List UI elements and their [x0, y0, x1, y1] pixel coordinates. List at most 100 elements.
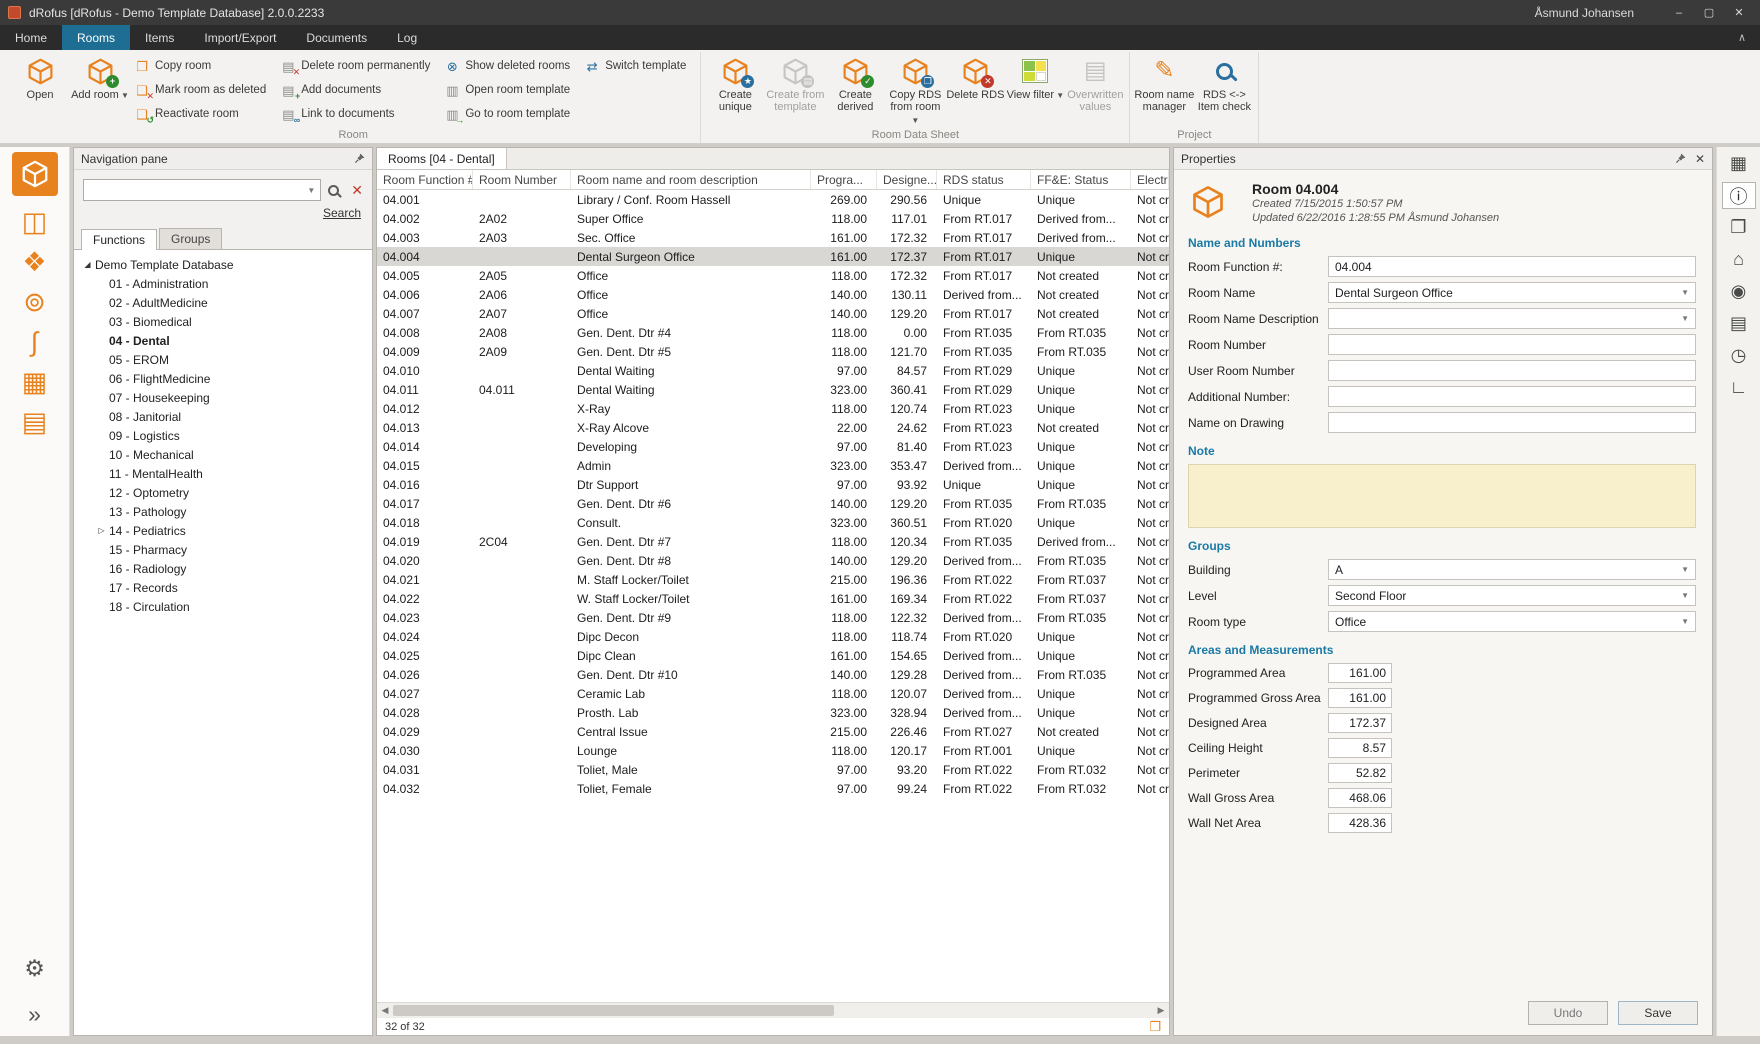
- field-value-wall-net-area[interactable]: 428.36: [1328, 813, 1392, 833]
- ribbon-button-go-to-room-template[interactable]: ▥→Go to room template: [440, 102, 580, 126]
- column-header-room-number[interactable]: Room Number: [473, 170, 571, 189]
- ribbon-button-delete-rds[interactable]: ✕Delete RDS: [945, 52, 1005, 128]
- search-input[interactable]: ▼: [83, 179, 321, 201]
- ribbon-button-room-name-manager[interactable]: ✎Room name manager: [1134, 52, 1194, 128]
- table-row-04.024[interactable]: 04.024Dipc Decon118.00118.74From RT.020U…: [377, 627, 1169, 646]
- table-row-04.031[interactable]: 04.031Toliet, Male97.0093.20From RT.022F…: [377, 760, 1169, 779]
- field-select-room-type[interactable]: Office▼: [1328, 611, 1696, 632]
- nav-tab-groups[interactable]: Groups: [159, 228, 222, 249]
- menu-tab-home[interactable]: Home: [0, 25, 62, 50]
- ribbon-button-view-filter[interactable]: View filter ▼: [1005, 52, 1065, 128]
- field-value-designed-area[interactable]: 172.37: [1328, 713, 1392, 733]
- table-row-04.009[interactable]: 04.0092A09Gen. Dent. Dtr #5118.00121.70F…: [377, 342, 1169, 361]
- tree-item-11-mentalhealth[interactable]: 11 - MentalHealth: [76, 464, 370, 483]
- tree-item-13-pathology[interactable]: 13 - Pathology: [76, 502, 370, 521]
- table-row-04.006[interactable]: 04.0062A06Office140.00130.11Derived from…: [377, 285, 1169, 304]
- table-row-04.026[interactable]: 04.026Gen. Dent. Dtr #10140.00129.28Deri…: [377, 665, 1169, 684]
- scroll-right-icon[interactable]: ▶: [1153, 1005, 1169, 1016]
- column-header-electri[interactable]: Electri...: [1131, 170, 1169, 189]
- menu-tab-documents[interactable]: Documents: [291, 25, 382, 50]
- field-value-programmed-area[interactable]: 161.00: [1328, 663, 1392, 683]
- search-icon[interactable]: [328, 185, 339, 196]
- tree-item-12-optometry[interactable]: 12 - Optometry: [76, 483, 370, 502]
- nav-tab-functions[interactable]: Functions: [81, 229, 157, 250]
- table-row-04.011[interactable]: 04.01104.011Dental Waiting323.00360.41Fr…: [377, 380, 1169, 399]
- table-row-04.015[interactable]: 04.015Admin323.00353.47Derived from...Un…: [377, 456, 1169, 475]
- table-row-04.007[interactable]: 04.0072A07Office140.00129.20From RT.017N…: [377, 304, 1169, 323]
- room-building-icon[interactable]: ⌂: [1722, 246, 1756, 273]
- systems-module-icon[interactable]: ⊚: [23, 289, 46, 316]
- tree-item-06-flightmedicine[interactable]: 06 - FlightMedicine: [76, 369, 370, 388]
- pin-icon[interactable]: [1675, 153, 1686, 164]
- table-row-04.010[interactable]: 04.010Dental Waiting97.0084.57From RT.02…: [377, 361, 1169, 380]
- settings-gear-icon[interactable]: ⚙: [24, 957, 45, 980]
- close-icon[interactable]: ✕: [1724, 2, 1754, 23]
- ribbon-button-open-room-template[interactable]: ▥Open room template: [440, 78, 580, 102]
- ribbon-button-copy-rds-from-room[interactable]: ❐Copy RDS from room ▼: [885, 52, 945, 128]
- status-book-icon[interactable]: ❒: [1149, 1019, 1161, 1035]
- search-link[interactable]: Search: [323, 206, 361, 220]
- tree-item-17-records[interactable]: 17 - Records: [76, 578, 370, 597]
- table-row-04.017[interactable]: 04.017Gen. Dent. Dtr #6140.00129.20From …: [377, 494, 1169, 513]
- expand-strip-icon[interactable]: »: [28, 1003, 41, 1026]
- table-row-04.012[interactable]: 04.012X-Ray118.00120.74From RT.023Unique…: [377, 399, 1169, 418]
- chevron-down-icon[interactable]: ▼: [1681, 288, 1689, 297]
- table-row-04.002[interactable]: 04.0022A02Super Office118.00117.01From R…: [377, 209, 1169, 228]
- close-panel-icon[interactable]: ✕: [1695, 153, 1705, 165]
- tree-item-07-housekeeping[interactable]: 07 - Housekeeping: [76, 388, 370, 407]
- ribbon-button-switch-template[interactable]: ⇄Switch template: [580, 54, 696, 78]
- table-row-04.020[interactable]: 04.020Gen. Dent. Dtr #8140.00129.20Deriv…: [377, 551, 1169, 570]
- tree-item-04-dental[interactable]: 04 - Dental: [76, 331, 370, 350]
- note-input[interactable]: [1188, 464, 1696, 528]
- chevron-down-icon[interactable]: ▼: [307, 186, 315, 195]
- table-row-04.016[interactable]: 04.016Dtr Support97.0093.92UniqueUniqueN…: [377, 475, 1169, 494]
- chevron-down-icon[interactable]: ▼: [1681, 591, 1689, 600]
- save-button[interactable]: Save: [1618, 1001, 1698, 1025]
- menu-tab-log[interactable]: Log: [382, 25, 432, 50]
- menu-tab-import-export[interactable]: Import/Export: [189, 25, 291, 50]
- field-input-user-room-number[interactable]: [1328, 360, 1696, 381]
- ribbon-button-add-room[interactable]: +Add room ▼: [70, 52, 130, 128]
- tree-item-18-circulation[interactable]: 18 - Circulation: [76, 597, 370, 616]
- column-header-rds-status[interactable]: RDS status: [937, 170, 1031, 189]
- tree-item-05-erom[interactable]: 05 - EROM: [76, 350, 370, 369]
- column-header-room-name-and-room-description[interactable]: Room name and room description: [571, 170, 811, 189]
- field-input-additional-number[interactable]: [1328, 386, 1696, 407]
- table-row-04.025[interactable]: 04.025Dipc Clean161.00154.65Derived from…: [377, 646, 1169, 665]
- table-row-04.032[interactable]: 04.032Toliet, Female97.0099.24From RT.02…: [377, 779, 1169, 798]
- rooms-module-icon[interactable]: [12, 152, 58, 196]
- field-select-level[interactable]: Second Floor▼: [1328, 585, 1696, 606]
- table-row-04.019[interactable]: 04.0192C04Gen. Dent. Dtr #7118.00120.34F…: [377, 532, 1169, 551]
- table-row-04.005[interactable]: 04.0052A05Office118.00172.32From RT.017N…: [377, 266, 1169, 285]
- table-row-04.029[interactable]: 04.029Central Issue215.00226.46From RT.0…: [377, 722, 1169, 741]
- menu-tab-items[interactable]: Items: [130, 25, 189, 50]
- horizontal-scrollbar[interactable]: ◀ ▶: [377, 1002, 1169, 1017]
- info-icon[interactable]: ⓘ: [1722, 182, 1756, 209]
- minimize-icon[interactable]: –: [1664, 2, 1694, 23]
- field-input-room-function[interactable]: 04.004: [1328, 256, 1696, 277]
- scroll-left-icon[interactable]: ◀: [377, 1005, 393, 1016]
- room-function-icon[interactable]: ◫: [22, 209, 48, 236]
- clear-search-icon[interactable]: ✕: [351, 183, 363, 197]
- tree-item-03-biomedical[interactable]: 03 - Biomedical: [76, 312, 370, 331]
- field-value-ceiling-height[interactable]: 8.57: [1328, 738, 1392, 758]
- tab-rooms-04-dental[interactable]: Rooms [04 - Dental]: [377, 148, 507, 169]
- tree-item-16-radiology[interactable]: 16 - Radiology: [76, 559, 370, 578]
- tree-item-01-administration[interactable]: 01 - Administration: [76, 274, 370, 293]
- ribbon-button-delete-room-permanently[interactable]: ▤✕Delete room permanently: [276, 54, 440, 78]
- building-levels-icon[interactable]: ▦: [22, 369, 48, 396]
- field-input-room-name-description[interactable]: ▼: [1328, 308, 1696, 329]
- reports-icon[interactable]: ▤: [22, 409, 48, 436]
- collapse-ribbon-icon[interactable]: ∧: [1724, 25, 1760, 50]
- ribbon-button-create-derived[interactable]: ✓Create derived: [825, 52, 885, 128]
- menu-tab-rooms[interactable]: Rooms: [62, 25, 130, 50]
- tree-item-10-mechanical[interactable]: 10 - Mechanical: [76, 445, 370, 464]
- table-row-04.014[interactable]: 04.014Developing97.0081.40From RT.023Uni…: [377, 437, 1169, 456]
- table-row-04.018[interactable]: 04.018Consult.323.00360.51From RT.020Uni…: [377, 513, 1169, 532]
- measurements-icon[interactable]: ∟: [1722, 374, 1756, 401]
- table-row-04.030[interactable]: 04.030Lounge118.00120.17From RT.001Uniqu…: [377, 741, 1169, 760]
- field-input-name-on-drawing[interactable]: [1328, 412, 1696, 433]
- table-row-04.001[interactable]: 04.001Library / Conf. Room Hassell269.00…: [377, 190, 1169, 209]
- expand-icon[interactable]: ▷: [94, 526, 109, 535]
- table-row-04.013[interactable]: 04.013X-Ray Alcove22.0024.62From RT.023N…: [377, 418, 1169, 437]
